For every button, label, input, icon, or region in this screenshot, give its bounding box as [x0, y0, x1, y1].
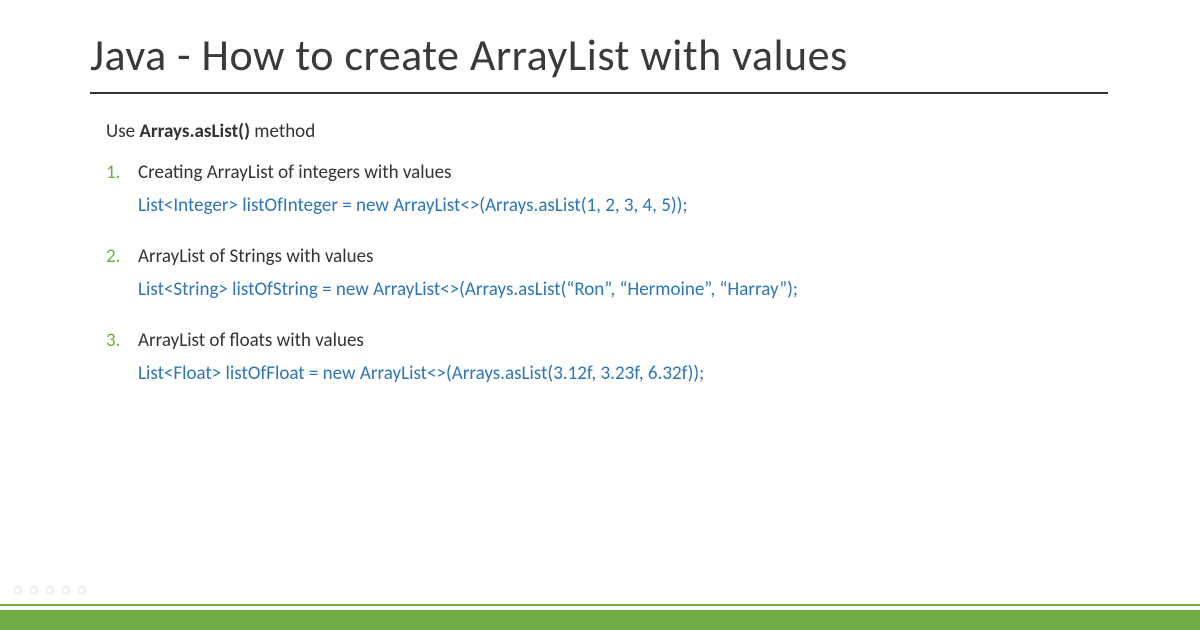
dot-icon: [30, 586, 38, 594]
list-number: 1.: [106, 161, 138, 184]
code-line: List<String> listOfString = new ArrayLis…: [106, 278, 1140, 301]
code-line: List<Integer> listOfInteger = new ArrayL…: [106, 194, 1140, 217]
list-item-label: Creating ArrayList of integers with valu…: [138, 161, 452, 184]
slide: Java - How to create ArrayList with valu…: [0, 0, 1200, 630]
intro-prefix: Use: [106, 120, 139, 143]
dot-icon: [46, 586, 54, 594]
body-area: Use Arrays.asList() method 1. Creating A…: [0, 102, 1200, 385]
code-line: List<Float> listOfFloat = new ArrayList<…: [106, 362, 1140, 385]
list-number: 2.: [106, 245, 138, 268]
dot-icon: [14, 586, 22, 594]
intro-line: Use Arrays.asList() method: [106, 120, 1140, 143]
list-item-label: ArrayList of floats with values: [138, 329, 364, 352]
title-area: Java - How to create ArrayList with valu…: [0, 0, 1200, 102]
list-number: 3.: [106, 329, 138, 352]
decor-dots: [14, 586, 86, 594]
dot-icon: [78, 586, 86, 594]
list-item-label: ArrayList of Strings with values: [138, 245, 374, 268]
list-item: 2. ArrayList of Strings with values: [106, 245, 1140, 268]
intro-suffix: method: [250, 120, 315, 143]
page-title: Java - How to create ArrayList with valu…: [90, 28, 1108, 94]
list-item: 1. Creating ArrayList of integers with v…: [106, 161, 1140, 184]
intro-bold: Arrays.asList(): [139, 120, 250, 143]
list-item: 3. ArrayList of floats with values: [106, 329, 1140, 352]
footer-bar: [0, 610, 1200, 630]
dot-icon: [62, 586, 70, 594]
